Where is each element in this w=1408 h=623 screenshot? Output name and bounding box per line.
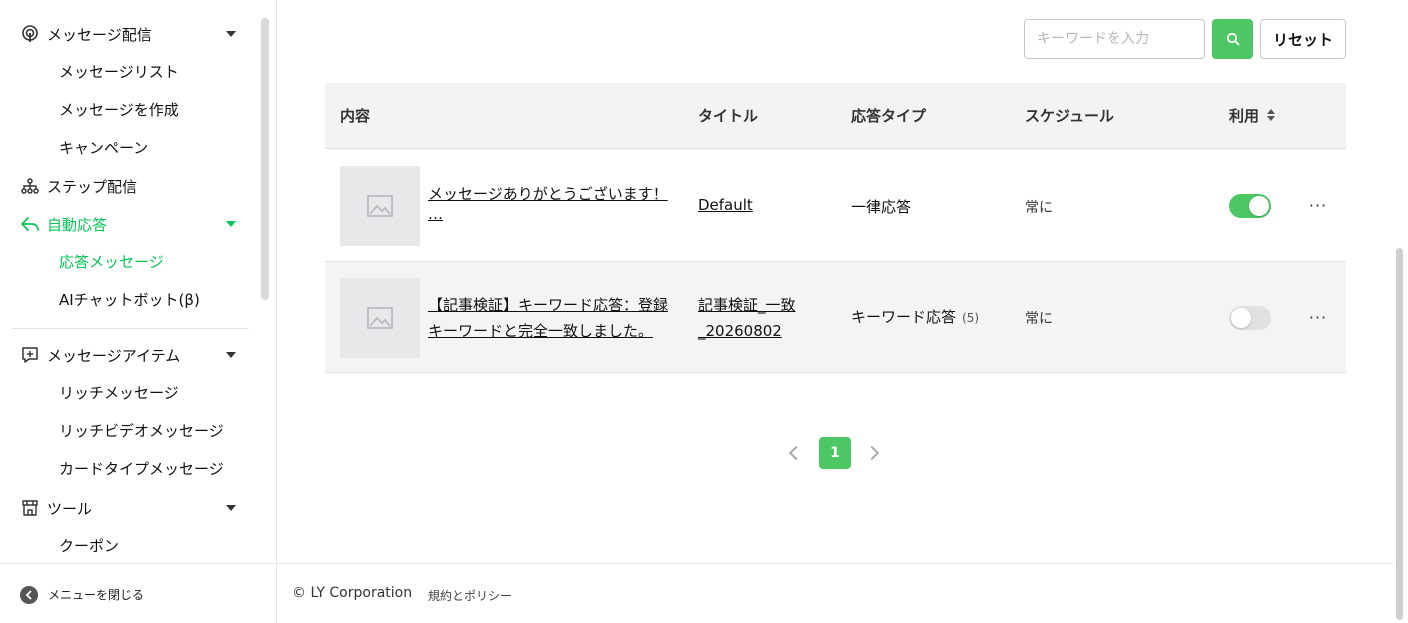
image-placeholder-icon <box>340 166 420 246</box>
sidebar-divider <box>12 328 249 329</box>
nav-group-message-items[interactable]: メッセージアイテム <box>0 336 257 374</box>
nav-group-label: ステップ配信 <box>47 177 138 196</box>
chevron-right-icon[interactable] <box>864 445 880 461</box>
toggle-knob <box>1231 308 1251 328</box>
sidebar-scrollbar[interactable] <box>261 18 269 300</box>
nav-group-message-broadcast[interactable]: メッセージ配信 <box>0 15 257 53</box>
terms-policy-link[interactable]: 規約とポリシー <box>428 587 512 604</box>
table-row: 【記事検証】キーワード応答：登録 キーワードと完全一致しました。 記事検証_一致… <box>325 262 1346 373</box>
nav-item-ai-chatbot[interactable]: AIチャットボット(β) <box>59 281 200 319</box>
nav-item-coupon[interactable]: クーポン <box>59 527 119 563</box>
collapse-menu-icon[interactable] <box>20 586 38 604</box>
sidebar-footer: メニューを閉じる <box>0 563 276 623</box>
nav-item-rich-message[interactable]: リッチメッセージ <box>59 374 179 412</box>
nav-group-label: 自動応答 <box>47 215 108 234</box>
header-enabled[interactable]: 利用 <box>1229 83 1276 149</box>
more-options-icon[interactable]: ··· <box>1307 194 1329 216</box>
search-icon <box>1226 32 1239 46</box>
reply-type: 一律応答 <box>851 196 911 217</box>
copyright: © LY Corporation <box>292 585 413 601</box>
close-menu-button[interactable]: メニューを閉じる <box>48 586 144 603</box>
table-row: メッセージありがとうございます！ … Default 一律応答 常に ··· <box>325 150 1346 262</box>
nav-item-reply-message[interactable]: 応答メッセージ <box>59 243 164 281</box>
enabled-toggle[interactable] <box>1229 194 1271 218</box>
reply-type-label: キーワード応答 <box>851 308 957 326</box>
sort-icon[interactable] <box>1267 108 1276 121</box>
table-header: 内容 タイトル 応答タイプ スケジュール 利用 <box>325 83 1346 149</box>
header-content: 内容 <box>340 107 371 125</box>
nav-group-label: メッセージアイテム <box>47 346 181 365</box>
schedule: 常に <box>1025 200 1053 216</box>
chevron-left-icon[interactable] <box>788 445 804 461</box>
reply-type-label: 一律応答 <box>851 198 912 216</box>
main-content: リセット 内容 タイトル 応答タイプ スケジュール 利用 メッセージありがとうご… <box>277 0 1393 623</box>
hierarchy-icon <box>20 176 40 196</box>
page-number-current[interactable]: 1 <box>819 437 851 469</box>
keyword-count: (5) <box>962 311 980 325</box>
header-schedule: スケジュール <box>1025 107 1114 125</box>
enabled-toggle[interactable] <box>1229 306 1271 330</box>
chevron-down-icon <box>226 221 236 227</box>
chevron-down-icon <box>226 505 236 511</box>
title-line1: 記事検証_一致 <box>698 296 796 314</box>
search-button[interactable] <box>1212 19 1253 59</box>
page-footer: © LY Corporation 規約とポリシー <box>277 563 1393 623</box>
content-link[interactable]: 【記事検証】キーワード応答：登録 キーワードと完全一致しました。 <box>428 292 668 344</box>
keyword-search-input[interactable] <box>1024 19 1205 59</box>
plus-square-icon <box>20 345 40 365</box>
nav-item-create-message[interactable]: メッセージを作成 <box>59 91 179 129</box>
content-text-line1: 【記事検証】キーワード応答：登録 <box>428 296 669 314</box>
broadcast-icon <box>20 24 40 44</box>
chevron-down-icon <box>226 31 236 37</box>
nav-group-label: ツール <box>47 499 93 518</box>
chevron-down-icon <box>226 352 236 358</box>
title-line2: _20260802 <box>698 322 782 340</box>
toggle-knob <box>1249 196 1269 216</box>
content-ellipsis: … <box>428 205 443 223</box>
nav-item-message-list[interactable]: メッセージリスト <box>59 53 179 91</box>
reply-type: キーワード応答 (5) <box>851 306 979 327</box>
header-title: タイトル <box>698 107 759 125</box>
nav-item-rich-video-message[interactable]: リッチビデオメッセージ <box>59 412 224 450</box>
header-reply-type: 応答タイプ <box>851 107 927 125</box>
content-link[interactable]: メッセージありがとうございます！ … <box>428 181 668 223</box>
store-icon <box>20 498 40 518</box>
reply-icon <box>20 214 40 234</box>
title-link[interactable]: 記事検証_一致 _20260802 <box>698 292 828 344</box>
nav-group-tools[interactable]: ツール <box>0 489 257 527</box>
nav-item-card-type-message[interactable]: カードタイプメッセージ <box>59 450 224 488</box>
nav-group-label: メッセージ配信 <box>47 25 152 44</box>
header-enabled-label: 利用 <box>1229 107 1260 125</box>
more-options-icon[interactable]: ··· <box>1307 306 1329 328</box>
nav-group-auto-reply[interactable]: 自動応答 <box>0 205 257 243</box>
nav-item-campaign[interactable]: キャンペーン <box>59 129 148 167</box>
content-text-line2: キーワードと完全一致しました。 <box>428 322 654 340</box>
reset-button[interactable]: リセット <box>1260 19 1346 59</box>
sidebar: メッセージ配信 メッセージリスト メッセージを作成 キャンペーン ステップ配信 … <box>0 0 277 623</box>
image-placeholder-icon <box>340 278 420 358</box>
page-scrollbar[interactable] <box>1396 248 1403 620</box>
sidebar-nav: メッセージ配信 メッセージリスト メッセージを作成 キャンペーン ステップ配信 … <box>0 0 257 563</box>
schedule: 常に <box>1025 311 1053 327</box>
title-link[interactable]: Default <box>698 192 828 218</box>
content-text: メッセージありがとうございます！ <box>428 185 668 203</box>
nav-group-step-delivery[interactable]: ステップ配信 <box>0 167 257 205</box>
